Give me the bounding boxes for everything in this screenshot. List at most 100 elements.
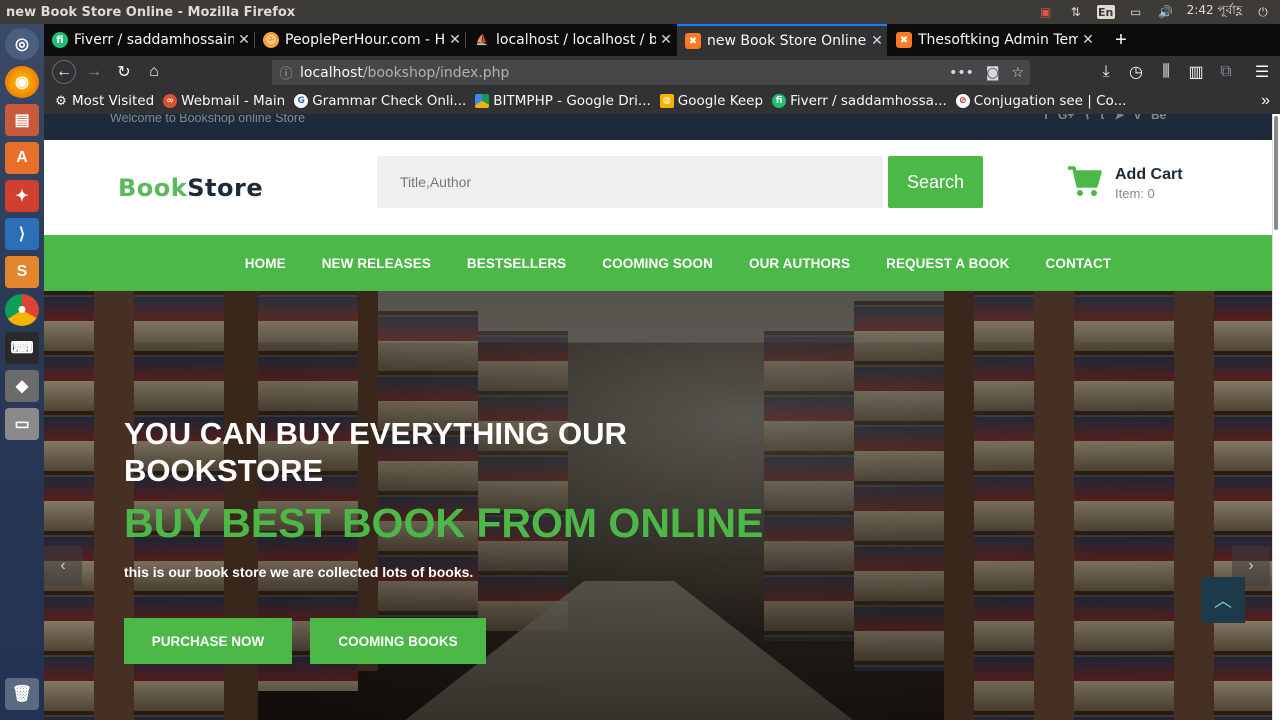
tab-peopleperhour[interactable]: ☺ PeoplePerHour.com - Hi ✕: [255, 24, 465, 56]
bookmark-webmail[interactable]: ∞ Webmail - Main: [163, 93, 285, 109]
tab-phpmyadmin[interactable]: ⛵ localhost / localhost / bo ✕: [466, 24, 676, 56]
keyboard-layout-indicator[interactable]: En: [1096, 5, 1115, 19]
cart-title[interactable]: Add Cart: [1115, 166, 1183, 184]
menu-item-new-releases[interactable]: NEW RELEASES: [322, 256, 431, 271]
search-button[interactable]: Search: [888, 156, 983, 208]
close-icon[interactable]: ✕: [867, 33, 887, 49]
history-icon[interactable]: ◷: [1124, 60, 1148, 84]
url-bar[interactable]: ⓘ localhost/bookshop/index.php ••• ◙ ☆: [272, 60, 1030, 85]
close-icon[interactable]: ✕: [656, 32, 676, 48]
camera-icon[interactable]: ▣: [1037, 5, 1055, 19]
close-icon[interactable]: ✕: [1078, 32, 1098, 48]
software-center-icon[interactable]: A: [5, 142, 39, 174]
system-settings-icon[interactable]: ✦: [5, 180, 39, 212]
chrome-icon[interactable]: ●: [5, 294, 39, 326]
pocket-icon[interactable]: ◙: [986, 65, 1000, 81]
logo-part-store: Store: [187, 174, 264, 202]
telegram-icon[interactable]: ➤: [1114, 114, 1124, 122]
purchase-now-button[interactable]: PURCHASE NOW: [124, 618, 292, 664]
keyboard-icon[interactable]: ⌨: [5, 332, 39, 364]
scrollbar-thumb[interactable]: [1274, 116, 1278, 230]
search-input[interactable]: [377, 156, 883, 208]
menu-icon[interactable]: ☰: [1250, 60, 1274, 84]
vimeo-icon[interactable]: v: [1134, 114, 1141, 122]
bookmark-label: Google Keep: [677, 93, 764, 109]
sidebar-icon[interactable]: ▥: [1184, 60, 1208, 84]
reload-button[interactable]: ↻: [112, 60, 136, 84]
bookmark-google-keep[interactable]: ◍ Google Keep: [659, 93, 764, 109]
info-icon[interactable]: ⓘ: [272, 63, 300, 82]
network-icon[interactable]: ⇅: [1067, 5, 1085, 19]
volume-icon[interactable]: 🔊: [1157, 5, 1175, 19]
menu-item-request-a-book[interactable]: REQUEST A BOOK: [886, 256, 1009, 271]
twitter-icon[interactable]: t: [1100, 114, 1104, 122]
tab-label: Fiverr / saddamhossain: [74, 32, 234, 48]
bookmarks-toolbar: ⚙ Most Visited ∞ Webmail - Main G Grammar C…: [44, 88, 1280, 114]
drive-icon[interactable]: ▭: [5, 408, 39, 440]
site-logo[interactable]: BookStore: [118, 174, 263, 202]
welcome-text: Welcome to Bookshop online Store: [110, 114, 306, 125]
clock[interactable]: 2:42 পূর্বাহ্ণ: [1187, 2, 1242, 22]
sublime-text-icon[interactable]: S: [5, 256, 39, 288]
fiverr-icon: fi: [52, 32, 68, 48]
cart-item-count: Item: 0: [1115, 186, 1155, 201]
download-icon[interactable]: ⤓: [1094, 60, 1118, 84]
url-host: localhost: [300, 64, 363, 81]
bookmark-google-drive[interactable]: BITMPHP - Google Dri...: [475, 93, 651, 109]
library-icon[interactable]: ⫼: [1154, 60, 1178, 84]
facebook-icon[interactable]: f: [1044, 114, 1048, 122]
bookmark-most-visited[interactable]: ⚙ Most Visited: [54, 93, 154, 109]
new-tab-button[interactable]: +: [1106, 24, 1136, 56]
menu-item-cooming-soon[interactable]: COOMING SOON: [602, 256, 713, 271]
more-actions-icon[interactable]: •••: [949, 65, 974, 81]
hero-slider: YOU CAN BUY EVERYTHING OUR BOOKSTORE BUY…: [44, 291, 1272, 720]
bookmark-label: Grammar Check Onli...: [312, 93, 467, 109]
app-icon[interactable]: ◆: [5, 370, 39, 402]
hero-headline: YOU CAN BUY EVERYTHING OUR BOOKSTORE: [124, 416, 627, 488]
bookmark-label: Conjugation see | Co...: [973, 93, 1127, 109]
tab-label: Thesoftking Admin Tem: [918, 32, 1078, 48]
menu-item-contact[interactable]: CONTACT: [1046, 256, 1112, 271]
close-icon[interactable]: ✕: [234, 32, 254, 48]
behance-icon[interactable]: Be: [1151, 114, 1166, 122]
tab-bookstore[interactable]: ✖ new Book Store Online ✕: [677, 24, 887, 56]
url-actions: ••• ◙ ☆: [949, 60, 1024, 85]
back-button[interactable]: ←: [52, 60, 76, 84]
google-plus-icon[interactable]: G+: [1058, 114, 1074, 122]
home-button[interactable]: ⌂: [142, 60, 166, 84]
battery-icon[interactable]: ▭: [1127, 5, 1145, 19]
rss-icon[interactable]: ⌇: [1084, 114, 1090, 122]
chevron-right-icon[interactable]: »: [1261, 92, 1270, 110]
cart-icon[interactable]: [1066, 162, 1102, 198]
bookmark-fiverr[interactable]: fi Fiverr / saddamhossa...: [772, 93, 947, 109]
slider-prev-button[interactable]: ‹: [44, 546, 82, 586]
tab-fiverr[interactable]: fi Fiverr / saddamhossain ✕: [44, 24, 254, 56]
menu-item-bestsellers[interactable]: BESTSELLERS: [467, 256, 566, 271]
bookmark-grammar[interactable]: G Grammar Check Onli...: [294, 93, 466, 109]
cooming-books-button[interactable]: COOMING BOOKS: [310, 618, 486, 664]
tab-label: localhost / localhost / bo: [496, 32, 656, 48]
forward-button[interactable]: →: [82, 60, 106, 84]
browser-navigation-bar: ← → ↻ ⌂ ⓘ localhost/bookshop/index.php •…: [44, 56, 1280, 88]
logo-part-book: Book: [118, 174, 188, 202]
hero-subheadline: BUY BEST BOOK FROM ONLINE: [124, 500, 764, 546]
phpmyadmin-icon: ⛵: [475, 34, 489, 46]
webmail-icon: ∞: [163, 94, 178, 108]
bookmark-conjugation[interactable]: ⊘ Conjugation see | Co...: [955, 93, 1127, 109]
menu-item-home[interactable]: HOME: [245, 256, 286, 271]
bookmark-star-icon[interactable]: ☆: [1011, 65, 1024, 81]
files-icon[interactable]: ▤: [5, 104, 39, 136]
menu-item-our-authors[interactable]: OUR AUTHORS: [749, 256, 850, 271]
vscode-icon[interactable]: ⟩: [5, 218, 39, 250]
close-icon[interactable]: ✕: [445, 32, 465, 48]
firefox-icon[interactable]: ◉: [5, 66, 39, 98]
tab-label: new Book Store Online: [707, 33, 867, 49]
tab-thesoftking[interactable]: ✖ Thesoftking Admin Tem ✕: [888, 24, 1098, 56]
ubuntu-dash-icon[interactable]: ◎: [5, 28, 39, 60]
power-icon[interactable]: ⏻: [1254, 5, 1272, 19]
web-page: Welcome to Bookshop online Store f G+ ⌇ …: [44, 114, 1272, 720]
trash-icon[interactable]: 🗑: [5, 678, 39, 710]
scroll-to-top-button[interactable]: ︿: [1201, 577, 1245, 623]
bookmark-label: Fiverr / saddamhossa...: [790, 93, 947, 109]
screenshot-icon[interactable]: ⧉: [1214, 60, 1238, 84]
